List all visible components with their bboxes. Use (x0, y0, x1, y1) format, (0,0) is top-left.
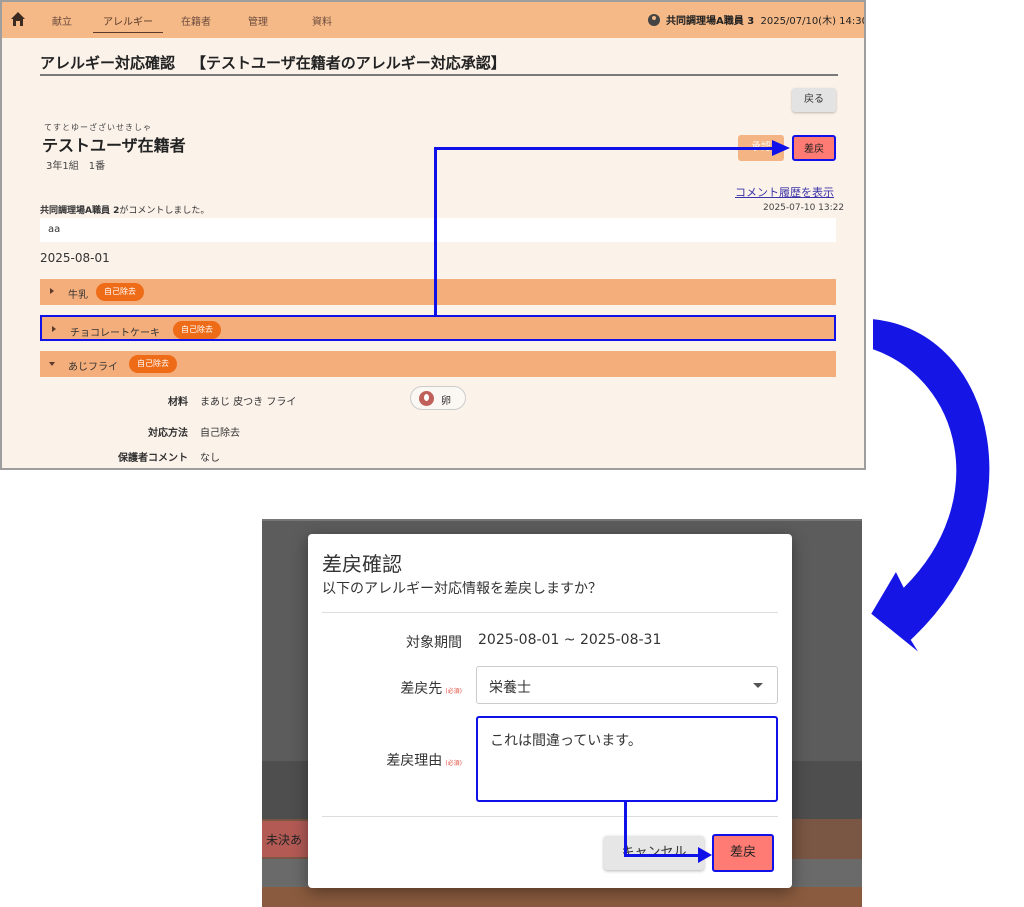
dialog-title: 差戻確認 (322, 552, 402, 576)
egg-icon (419, 391, 434, 406)
menu-item-name: 牛乳 (68, 290, 88, 301)
comment-author: 共同調理場A職員 2がコメントしました。 (40, 203, 209, 216)
nav-item-menu[interactable]: 献立 (52, 13, 72, 28)
allergen-label: 卵 (441, 396, 451, 407)
return-target-select[interactable]: 栄養士 (476, 666, 778, 704)
menu-item-chocolate-cake[interactable]: チョコレートケーキ 自己除去 (40, 315, 836, 341)
return-confirm-dialog: 差戻確認 以下のアレルギー対応情報を差戻しますか？ 対象期間 2025-08-0… (308, 534, 792, 888)
expand-caret-icon (52, 326, 56, 332)
top-navigation-bar: 献立 アレルギー 在籍者 管理 資料 共同調理場A職員 3 2025/07/10… (2, 2, 866, 38)
account-icon (648, 14, 660, 26)
guardian-comment-label: 保護者コメント (118, 453, 188, 464)
connector-line (624, 802, 627, 857)
cancel-button[interactable]: キャンセル (604, 836, 704, 870)
allergy-confirmation-screenshot: 献立 アレルギー 在籍者 管理 資料 共同調理場A職員 3 2025/07/10… (0, 0, 866, 470)
method-label: 対応方法 (148, 428, 188, 439)
page-subtitle: 【テストユーザ在籍者のアレルギー対応承認】 (191, 54, 506, 72)
period-value: 2025-08-01 ~ 2025-08-31 (478, 632, 662, 648)
background-badge: 未決あ (262, 821, 310, 857)
allergen-chip: 卵 (410, 386, 466, 410)
required-mark: (必須) (445, 760, 462, 767)
student-class: 3年1組 1番 (46, 161, 106, 172)
nav-item-documents[interactable]: 資料 (312, 13, 332, 28)
comment-text: aa (40, 218, 836, 242)
return-target-label: 差戻先 (必須) (312, 678, 462, 698)
comment-timestamp: 2025-07-10 13:22 (763, 203, 845, 213)
nav-item-allergy[interactable]: アレルギー (93, 13, 163, 33)
student-name: テストユーザ在籍者 (42, 136, 186, 155)
return-reason-label-text: 差戻理由 (386, 753, 443, 769)
menu-item-name: チョコレートケーキ (70, 328, 160, 339)
nav-item-students[interactable]: 在籍者 (181, 13, 211, 28)
status-badge: 自己除去 (96, 283, 144, 301)
material-value: まあじ 皮つき フライ (200, 397, 297, 408)
menu-item-name: あじフライ (68, 362, 118, 373)
return-reason-label: 差戻理由 (必須) (312, 750, 462, 770)
comment-author-name: 共同調理場A職員 2 (40, 206, 120, 216)
collapse-caret-icon (49, 362, 55, 366)
required-mark: (必須) (445, 688, 462, 695)
return-button[interactable]: 差戻 (792, 135, 836, 161)
status-badge: 自己除去 (129, 355, 177, 373)
page-title-text: アレルギー対応確認 (40, 54, 176, 72)
dialog-message: 以下のアレルギー対応情報を差戻しますか？ (322, 581, 602, 597)
menu-item-horse-mackerel-fry[interactable]: あじフライ 自己除去 (40, 351, 836, 377)
home-icon[interactable] (10, 11, 26, 27)
comment-history-link[interactable]: コメント履歴を表示 (735, 184, 834, 200)
current-datetime: 2025/07/10(木) 14:30 (760, 16, 866, 27)
menu-item-milk[interactable]: 牛乳 自己除去 (40, 279, 836, 305)
page-title: アレルギー対応確認 【テストユーザ在籍者のアレルギー対応承認】 (40, 52, 838, 76)
user-info[interactable]: 共同調理場A職員 3 2025/07/10(木) 14:30 (648, 12, 866, 27)
comment-author-suffix: がコメントしました。 (119, 206, 210, 216)
nav-item-admin[interactable]: 管理 (248, 13, 268, 28)
arrowhead-icon (698, 847, 712, 863)
status-badge: 自己除去 (173, 321, 221, 339)
return-target-value: 栄養士 (489, 680, 531, 696)
period-date: 2025-08-01 (40, 251, 110, 265)
material-label: 材料 (168, 397, 188, 408)
connector-line (434, 147, 774, 150)
return-reason-textarea[interactable]: これは間違っています。 (476, 716, 778, 802)
arrowhead-icon (772, 140, 790, 156)
divider (322, 816, 778, 817)
period-label: 対象期間 (406, 635, 462, 651)
confirm-return-button[interactable]: 差戻 (712, 834, 774, 872)
back-button[interactable]: 戻る (792, 88, 836, 112)
background-area (262, 887, 862, 907)
connector-line (434, 147, 437, 317)
connector-line (624, 854, 702, 857)
method-value: 自己除去 (200, 428, 240, 439)
user-name: 共同調理場A職員 3 (666, 16, 755, 27)
divider (322, 612, 778, 613)
expand-caret-icon (50, 288, 54, 294)
return-target-label-text: 差戻先 (400, 681, 443, 697)
guardian-comment-value: なし (200, 453, 220, 464)
dropdown-arrow-icon (753, 683, 763, 688)
